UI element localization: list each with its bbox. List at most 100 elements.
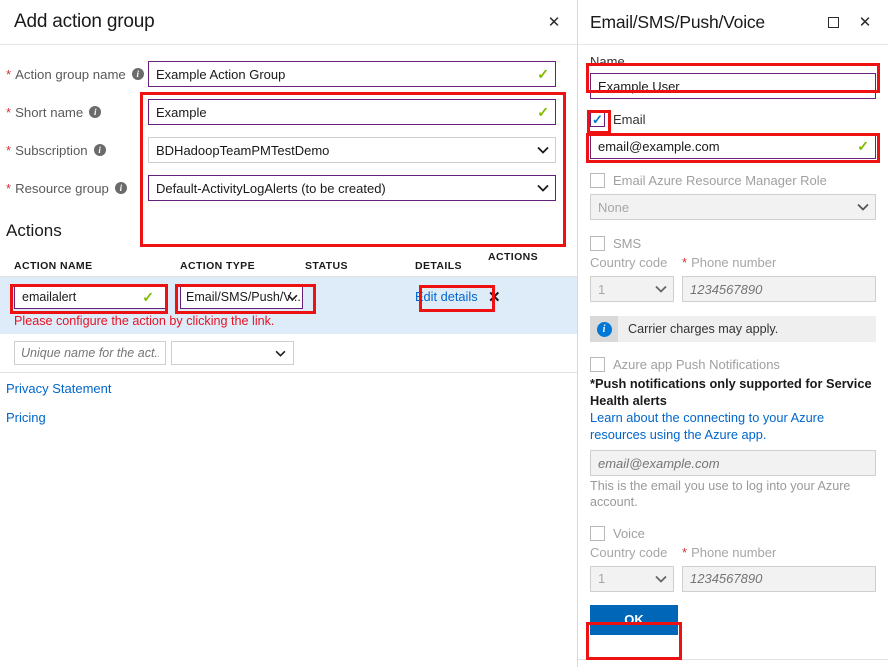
info-icon[interactable]: i	[131, 68, 144, 80]
push-checkbox[interactable]	[590, 357, 605, 372]
valid-check-icon: ✓	[537, 104, 549, 120]
arm-role-checkbox[interactable]	[590, 173, 605, 188]
action-group-form: * Action group name i ✓ * Short name i	[0, 45, 577, 247]
email-checkbox-label: Email	[613, 112, 646, 127]
field-label-text: Resource group	[15, 180, 109, 196]
sms-inputs-row: 1	[590, 276, 876, 302]
sms-country-code-value: 1	[598, 281, 606, 297]
valid-check-icon: ✓	[142, 289, 154, 305]
email-sms-push-voice-blade: Email/SMS/Push/Voice ✕ Name ✓ Email ✓	[578, 0, 888, 667]
field-label-text: Short name	[15, 104, 84, 120]
close-icon[interactable]: ✕	[543, 11, 565, 33]
action-error-message: Please configure the action by clicking …	[14, 314, 275, 328]
col-header-details: DETAILS	[415, 260, 462, 272]
check-icon: ✓	[592, 112, 603, 127]
voice-country-code-wrapper: 1	[590, 565, 674, 592]
email-input[interactable]	[590, 133, 876, 159]
page-title: Add action group	[14, 11, 155, 32]
voice-country-code-select[interactable]: 1	[590, 565, 674, 592]
voice-phone-label-text: Phone number	[691, 544, 777, 560]
sms-country-code-label: Country code	[590, 255, 668, 270]
subscription-value: BDHadoopTeamPMTestDemo	[156, 142, 330, 158]
sms-phone-input[interactable]	[682, 276, 876, 302]
required-asterisk: *	[6, 104, 12, 120]
label-resource-group: * Resource group i	[0, 181, 148, 196]
new-action-type-select[interactable]	[171, 341, 294, 365]
ok-button-wrapper: OK	[590, 604, 876, 635]
action-type-select[interactable]: Email/SMS/Push/V...	[180, 285, 303, 309]
cell-actions: ✕	[488, 290, 558, 305]
arm-role-select-value: None	[598, 199, 630, 215]
push-checkbox-row: Azure app Push Notifications	[590, 357, 876, 372]
pricing-link[interactable]: Pricing	[6, 410, 577, 425]
voice-phone-label: * Phone number	[682, 545, 876, 560]
sms-checkbox[interactable]	[590, 236, 605, 251]
voice-country-code-label: Country code	[590, 544, 668, 560]
info-icon[interactable]: i	[114, 182, 127, 194]
maximize-icon[interactable]	[822, 11, 844, 33]
label-action-group-name: * Action group name i	[0, 67, 148, 82]
field-control-resource-group: Default-ActivityLogAlerts (to be created…	[148, 175, 556, 201]
sms-checkbox-label: SMS	[613, 236, 642, 251]
valid-check-icon: ✓	[537, 66, 549, 82]
email-checkbox-row: ✓ Email	[590, 112, 876, 127]
info-icon: i	[596, 321, 612, 337]
voice-checkbox-label: Voice	[613, 525, 645, 541]
right-blade-header: Email/SMS/Push/Voice ✕	[578, 0, 888, 45]
resource-group-select[interactable]: Default-ActivityLogAlerts (to be created…	[148, 175, 556, 201]
sms-phone-label-text: Phone number	[691, 255, 777, 270]
voice-phone-input[interactable]	[682, 565, 876, 592]
field-control-subscription: BDHadoopTeamPMTestDemo	[148, 137, 556, 163]
voice-checkbox[interactable]	[590, 525, 605, 541]
azure-app-learn-link[interactable]: Learn about the connecting to your Azure…	[590, 410, 876, 444]
label-short-name: * Short name i	[0, 105, 148, 120]
actions-table-header: ACTION NAME ACTION TYPE STATUS DETAILS A…	[0, 251, 577, 277]
push-checkbox-label: Azure app Push Notifications	[613, 357, 780, 372]
arm-role-select[interactable]: None	[590, 194, 876, 220]
right-blade-body: Name ✓ Email ✓ Email Azure Resource Mana…	[578, 54, 888, 635]
right-blade-header-buttons: ✕	[822, 0, 882, 44]
actions-heading: Actions	[6, 221, 62, 240]
sms-country-code-select[interactable]: 1	[590, 276, 674, 302]
required-asterisk: *	[6, 142, 12, 158]
table-row: ✓ Email/SMS/Push/V... Edit details	[0, 277, 577, 334]
voice-labels-row: Country code * Phone number	[590, 545, 876, 564]
email-checkbox[interactable]: ✓	[590, 112, 605, 127]
edit-details-link[interactable]: Edit details	[415, 289, 478, 304]
info-icon-box: i	[590, 316, 618, 342]
col-header-actions: ACTIONS	[488, 251, 539, 263]
col-header-action-name: ACTION NAME	[14, 260, 93, 272]
short-name-input[interactable]	[148, 99, 556, 125]
voice-phone-wrapper	[682, 565, 876, 592]
privacy-statement-link[interactable]: Privacy Statement	[6, 381, 577, 396]
close-icon[interactable]: ✕	[854, 11, 876, 33]
action-group-name-input[interactable]	[148, 61, 556, 87]
cell-action-type: Email/SMS/Push/V...	[180, 285, 305, 309]
sms-checkbox-row: SMS	[590, 236, 876, 251]
name-label: Name	[590, 54, 625, 69]
sms-country-code-wrapper: 1	[590, 276, 674, 302]
required-asterisk: *	[682, 255, 688, 270]
left-blade-header-buttons: ✕	[543, 0, 571, 44]
info-icon[interactable]: i	[89, 106, 102, 118]
contact-name-input[interactable]	[590, 73, 876, 99]
cell-details: Edit details	[415, 288, 488, 306]
info-icon[interactable]: i	[93, 144, 106, 156]
remove-action-icon[interactable]: ✕	[488, 290, 501, 305]
voice-checkbox-row: Voice	[590, 525, 876, 541]
field-label-text: Action group name	[15, 66, 126, 82]
arm-role-checkbox-label: Email Azure Resource Manager Role	[613, 173, 827, 188]
actions-table: ACTION NAME ACTION TYPE STATUS DETAILS A…	[0, 251, 577, 373]
action-type-value: Email/SMS/Push/V...	[186, 290, 301, 304]
ok-button[interactable]: OK	[590, 604, 678, 635]
field-row-short-name: * Short name i ✓	[0, 93, 577, 131]
add-action-group-blade: Add action group ✕ * Action group name i…	[0, 0, 578, 667]
push-email-input[interactable]	[590, 450, 876, 477]
resource-group-value: Default-ActivityLogAlerts (to be created…	[156, 180, 386, 196]
left-blade-header: Add action group ✕	[0, 0, 577, 45]
table-new-row	[0, 334, 577, 373]
subscription-select[interactable]: BDHadoopTeamPMTestDemo	[148, 137, 556, 163]
carrier-charges-text: Carrier charges may apply.	[628, 322, 779, 336]
new-action-name-input[interactable]	[14, 341, 166, 365]
right-blade-title: Email/SMS/Push/Voice	[590, 11, 765, 32]
